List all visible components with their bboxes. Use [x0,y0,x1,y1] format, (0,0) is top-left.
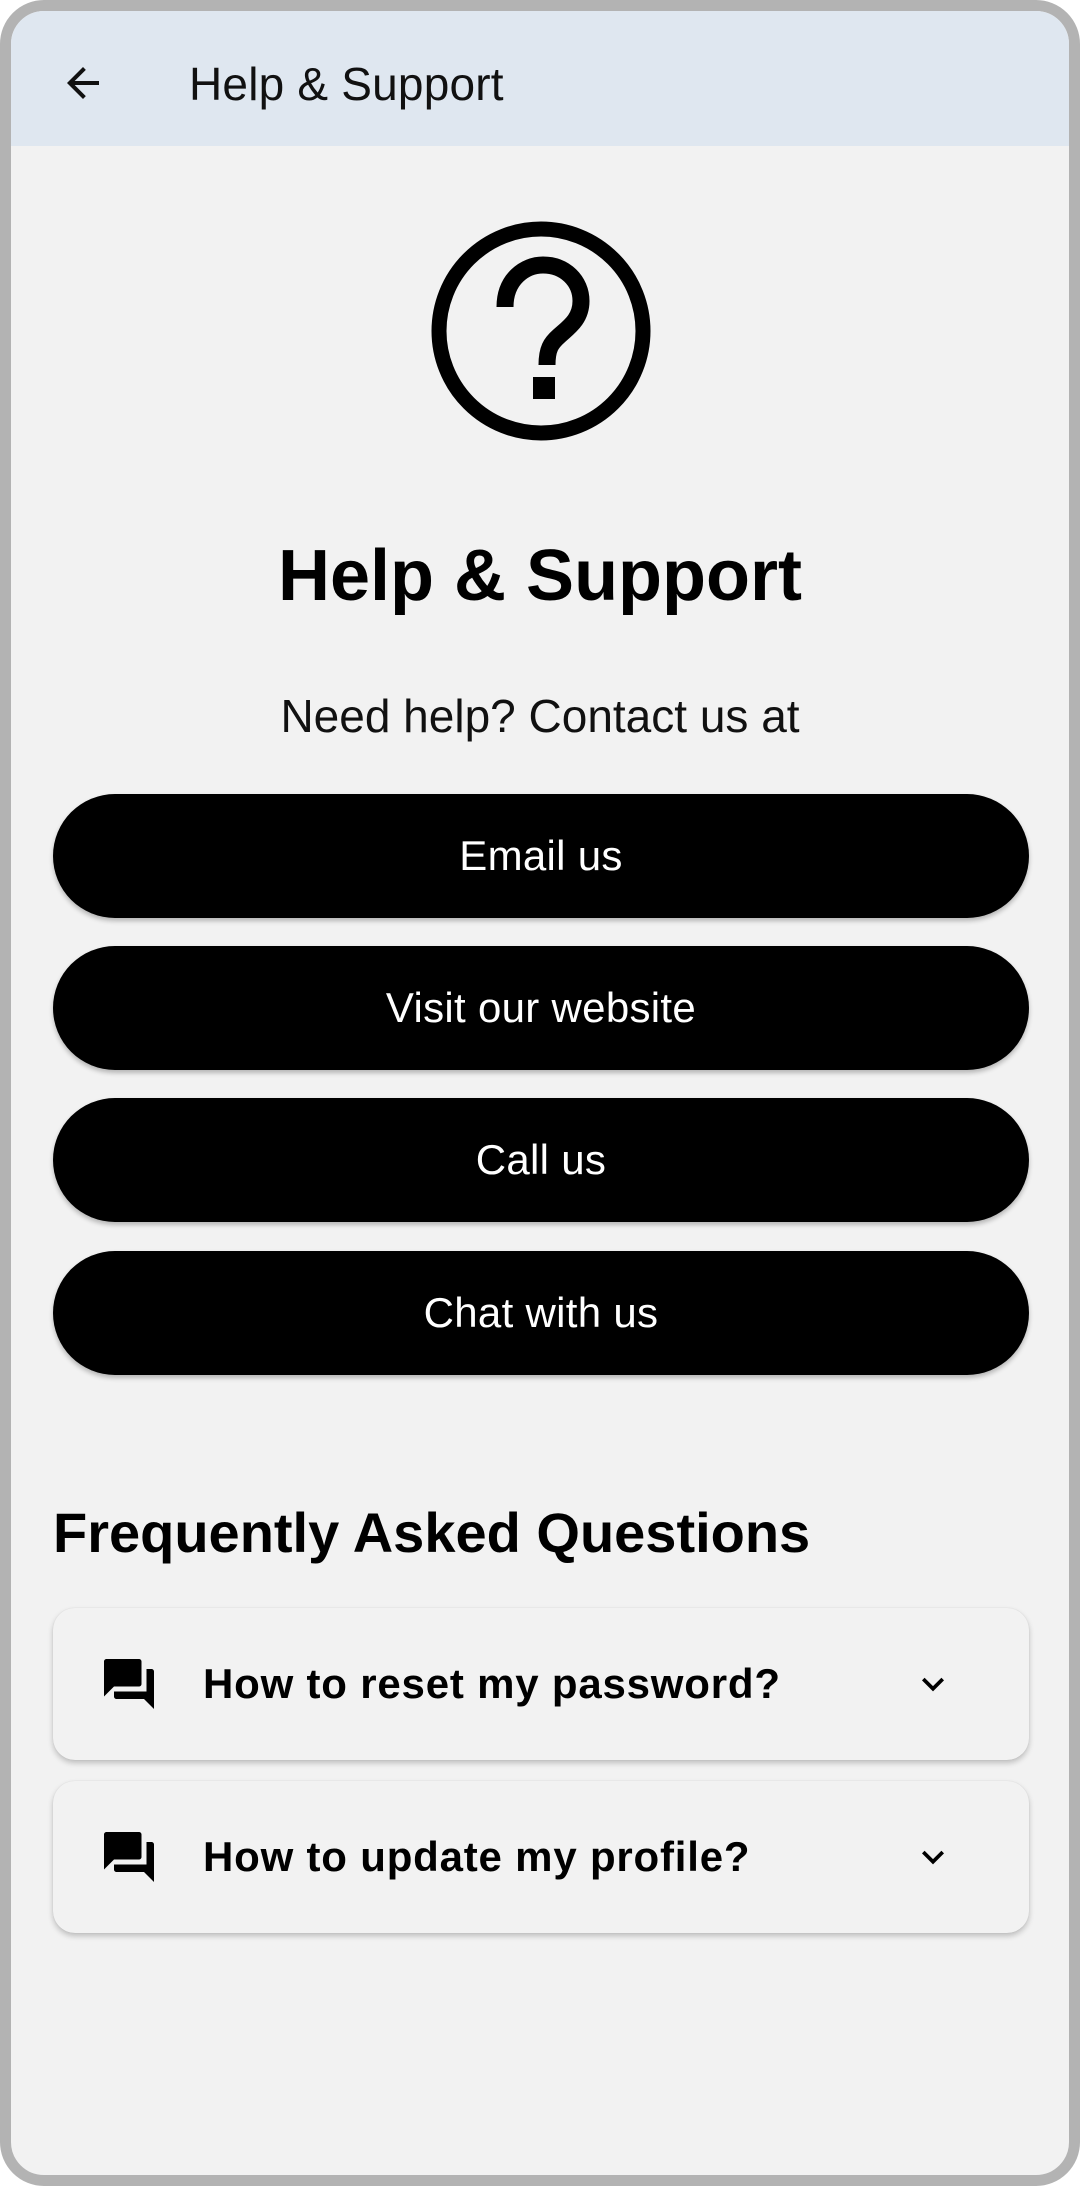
faq-item-update-profile[interactable]: How to update my profile? [53,1781,1029,1933]
app-bar-title: Help & Support [189,58,504,110]
faq-heading: Frequently Asked Questions [53,1501,811,1564]
faq-item-reset-password[interactable]: How to reset my password? [53,1608,1029,1760]
chat-with-us-button[interactable]: Chat with us [53,1251,1029,1375]
help-circle-icon [431,221,651,441]
visit-website-button[interactable]: Visit our website [53,946,1029,1070]
forum-icon [104,1832,154,1882]
chevron-down-icon[interactable] [911,1835,955,1879]
contact-subtitle: Need help? Contact us at [280,690,800,742]
call-us-button[interactable]: Call us [53,1098,1029,1222]
phone-frame: Help & Support Help & Support Need help?… [0,0,1080,2186]
arrow-back-icon [67,67,99,99]
page-title: Help & Support [278,536,802,616]
faq-question: How to update my profile? [203,1833,751,1880]
back-button[interactable] [43,43,123,123]
forum-icon [104,1659,154,1709]
faq-question: How to reset my password? [203,1660,781,1707]
app-bar: Help & Support [11,11,1069,146]
email-us-button[interactable]: Email us [53,794,1029,918]
chevron-down-icon[interactable] [911,1662,955,1706]
